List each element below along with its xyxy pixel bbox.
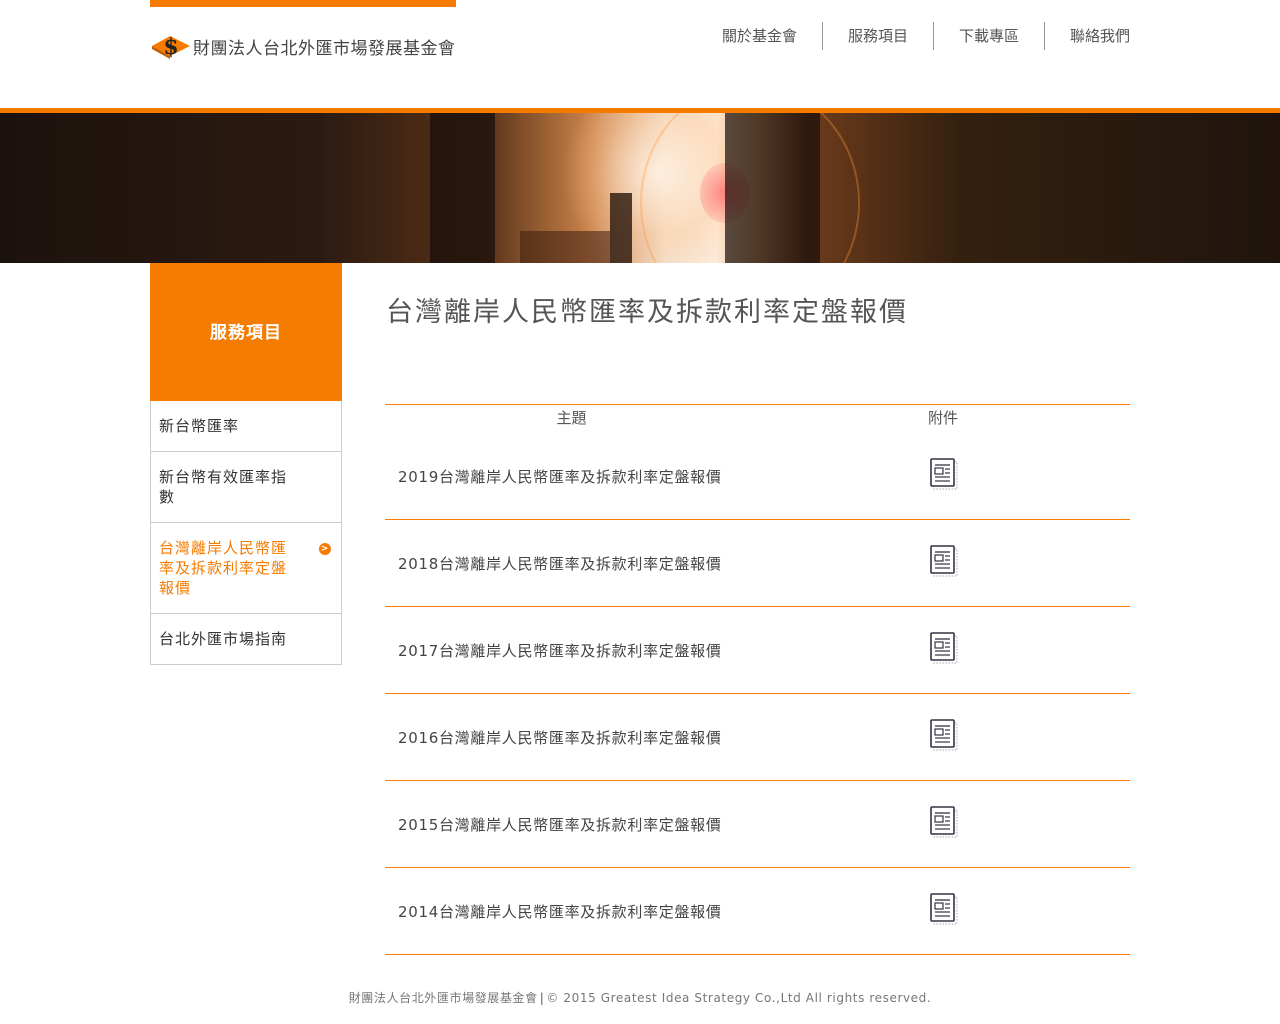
- banner-traffic-light: [610, 193, 632, 263]
- dollar-logo-icon: $: [150, 30, 192, 62]
- sidebar-menu: 新台幣匯率 新台幣有效匯率指數 台灣離岸人民幣匯率及拆款利率定盤報價 > 台北外…: [150, 401, 342, 665]
- row-subject: 2016台灣離岸人民幣匯率及拆款利率定盤報價: [398, 728, 722, 747]
- row-subject: 2015台灣離岸人民幣匯率及拆款利率定盤報價: [398, 815, 722, 834]
- row-attachment-cell: [915, 718, 1130, 756]
- svg-text:$: $: [163, 34, 178, 60]
- table-row: 2017台灣離岸人民幣匯率及拆款利率定盤報價: [385, 607, 1130, 694]
- sidebar-item-twd-effective-index[interactable]: 新台幣有效匯率指數: [151, 452, 341, 523]
- table-row: 2018台灣離岸人民幣匯率及拆款利率定盤報價: [385, 520, 1130, 607]
- row-subject: 2018台灣離岸人民幣匯率及拆款利率定盤報價: [398, 554, 722, 573]
- row-attachment-cell: [915, 805, 1130, 843]
- row-attachment-cell: [915, 631, 1130, 669]
- nav-contact[interactable]: 聯絡我們: [1043, 22, 1130, 50]
- footer-copyright: © 2015 Greatest Idea Strategy Co.,Ltd Al…: [546, 991, 932, 1005]
- banner-building: [725, 113, 820, 263]
- document-icon[interactable]: [929, 892, 959, 926]
- nav-about[interactable]: 關於基金會: [722, 22, 822, 50]
- main-nav: 關於基金會 服務項目 下載專區 聯絡我們: [722, 22, 1130, 50]
- sidebar-title: 服務項目: [210, 322, 282, 343]
- nav-downloads[interactable]: 下載專區: [932, 22, 1044, 50]
- sidebar-item-label: 台灣離岸人民幣匯率及拆款利率定盤報價: [159, 539, 288, 597]
- site-name: 財團法人台北外匯市場發展基金會: [193, 38, 456, 59]
- chevron-right-icon: >: [319, 543, 331, 555]
- table-row: 2016台灣離岸人民幣匯率及拆款利率定盤報價: [385, 694, 1130, 781]
- sidebar-item-market-guide[interactable]: 台北外匯市場指南: [151, 614, 341, 665]
- row-attachment-cell: [915, 457, 1130, 495]
- document-icon[interactable]: [929, 457, 959, 491]
- column-header-subject: 主題: [556, 409, 587, 427]
- row-subject: 2014台灣離岸人民幣匯率及拆款利率定盤報價: [398, 902, 722, 921]
- sidebar-item-label: 新台幣有效匯率指數: [159, 468, 288, 506]
- column-header-attachment: 附件: [928, 409, 959, 427]
- footer: 財團法人台北外匯市場發展基金會 | © 2015 Greatest Idea Str…: [0, 989, 1280, 1006]
- document-table: 主題 附件 2019台灣離岸人民幣匯率及拆款利率定盤報價 2018台灣離岸人民幣…: [385, 404, 1130, 955]
- row-attachment-cell: [915, 892, 1130, 930]
- top-accent-bar: [150, 0, 456, 7]
- page-title: 台灣離岸人民幣匯率及拆款利率定盤報價: [386, 297, 908, 328]
- table-row: 2019台灣離岸人民幣匯率及拆款利率定盤報價: [385, 433, 1130, 520]
- table-row: 2015台灣離岸人民幣匯率及拆款利率定盤報價: [385, 781, 1130, 868]
- banner-street-objects: [520, 231, 610, 263]
- footer-org-name: 財團法人台北外匯市場發展基金會: [348, 991, 538, 1005]
- row-attachment-cell: [915, 544, 1130, 582]
- site-logo[interactable]: $ 財團法人台北外匯市場發展基金會: [150, 30, 456, 62]
- table-row: 2014台灣離岸人民幣匯率及拆款利率定盤報價: [385, 868, 1130, 955]
- row-subject: 2017台灣離岸人民幣匯率及拆款利率定盤報價: [398, 641, 722, 660]
- sidebar-item-twd-rate[interactable]: 新台幣匯率: [151, 401, 341, 452]
- sidebar-item-label: 新台幣匯率: [159, 417, 240, 435]
- row-subject: 2019台灣離岸人民幣匯率及拆款利率定盤報價: [398, 467, 722, 486]
- hero-banner-image: [0, 113, 1280, 263]
- sidebar-item-cnh-fixing[interactable]: 台灣離岸人民幣匯率及拆款利率定盤報價 >: [151, 523, 341, 614]
- banner-building: [430, 113, 495, 263]
- document-icon[interactable]: [929, 544, 959, 578]
- sidebar-item-label: 台北外匯市場指南: [159, 630, 288, 648]
- document-icon[interactable]: [929, 805, 959, 839]
- document-icon[interactable]: [929, 718, 959, 752]
- document-icon[interactable]: [929, 631, 959, 665]
- table-header: 主題 附件: [385, 405, 1130, 433]
- sidebar-header: 服務項目: [150, 263, 342, 401]
- nav-services[interactable]: 服務項目: [821, 22, 933, 50]
- sidebar: 服務項目 新台幣匯率 新台幣有效匯率指數 台灣離岸人民幣匯率及拆款利率定盤報價 …: [150, 263, 342, 665]
